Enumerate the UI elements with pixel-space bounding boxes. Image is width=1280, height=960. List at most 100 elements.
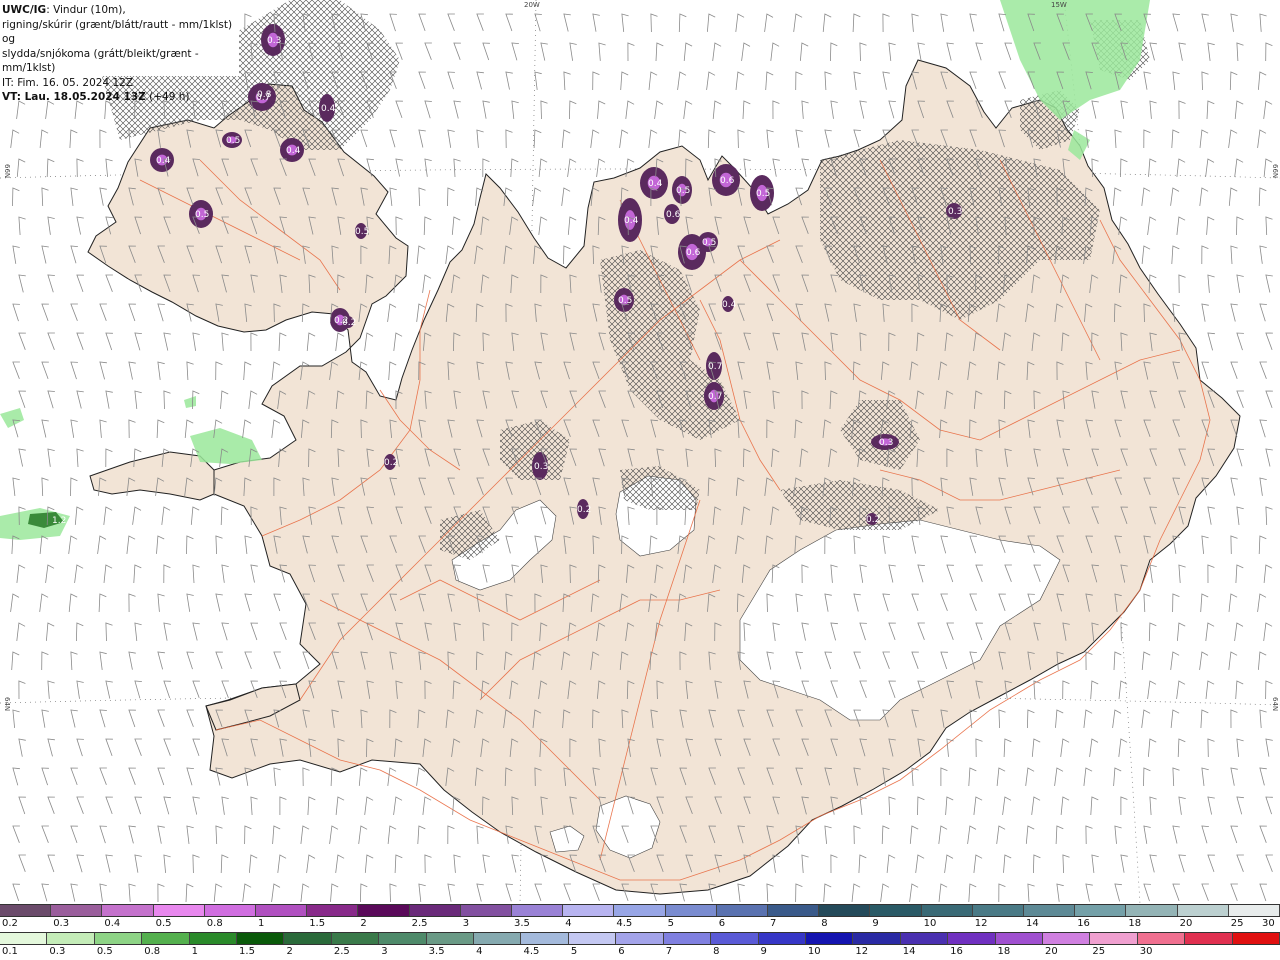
wind-barb — [882, 13, 890, 33]
precip-value-label: 0.5 — [702, 238, 716, 248]
wind-barb — [307, 796, 316, 816]
wind-barb — [128, 361, 136, 380]
wind-barb — [1056, 883, 1064, 902]
legend-swatch — [1137, 933, 1186, 944]
wind-barb — [1263, 100, 1273, 119]
legend-label: 20 — [1044, 946, 1058, 957]
wind-barb — [47, 448, 55, 467]
wind-barb — [1236, 216, 1244, 236]
wind-barb — [1147, 680, 1157, 699]
wind-barb — [70, 883, 78, 902]
wind-barb — [447, 187, 455, 207]
wind-barb — [1141, 245, 1151, 264]
wind-barb — [70, 303, 78, 321]
wind-barb — [998, 883, 1006, 903]
legend-label: 12 — [974, 918, 988, 929]
wind-barb — [1259, 245, 1267, 264]
wind-barb — [538, 158, 548, 177]
wind-barb — [192, 796, 200, 815]
wind-barb — [1172, 593, 1180, 613]
wind-barb — [105, 332, 113, 351]
wind-barb — [76, 448, 84, 468]
legend-label: 18 — [997, 946, 1011, 957]
wind-barb — [186, 361, 194, 381]
wind-barb — [76, 680, 84, 699]
wind-barb — [47, 738, 55, 757]
legend-swatch — [853, 933, 901, 944]
wind-barb — [157, 651, 165, 670]
wind-barb — [99, 361, 107, 380]
wind-barb — [592, 883, 600, 901]
wind-barb — [938, 883, 948, 902]
wind-barb — [975, 42, 983, 61]
wind-barb — [157, 883, 165, 903]
wind-barb — [1265, 796, 1273, 815]
wind-barb — [1025, 825, 1035, 844]
wind-barb — [18, 390, 26, 409]
legend-swatch — [1075, 905, 1127, 916]
wind-barb — [277, 854, 287, 873]
wind-barb — [1207, 738, 1215, 758]
wind-barb — [1113, 767, 1122, 787]
wind-barb — [1143, 71, 1151, 90]
wind-barb — [880, 883, 890, 902]
wind-barb — [909, 883, 919, 902]
weather-map: 0.30.70.40.50.40.40.50.50.20.80.40.50.60… — [0, 0, 1280, 904]
wind-barb — [41, 303, 49, 322]
wind-barb — [335, 332, 345, 351]
wind-barb — [126, 535, 136, 554]
wind-barb — [1257, 593, 1267, 612]
wind-barb — [1230, 709, 1238, 729]
wind-barb — [156, 419, 165, 439]
wind-barb — [1091, 100, 1099, 119]
legend-swatch — [1126, 905, 1178, 916]
legend-swatch — [948, 933, 996, 944]
wind-barb — [11, 651, 20, 671]
wind-barb — [737, 129, 745, 149]
legend-swatch — [1228, 905, 1280, 916]
wind-barb — [1228, 129, 1238, 148]
wind-barb — [940, 13, 948, 32]
wind-barb — [250, 796, 258, 816]
wind-barb — [1149, 100, 1157, 119]
wind-barb — [1205, 680, 1215, 699]
wind-barb — [1201, 71, 1209, 91]
wind-barb — [358, 825, 368, 844]
wind-barb — [16, 158, 26, 177]
legend-swatch — [153, 905, 205, 916]
wind-barb — [300, 825, 310, 844]
wind-barb — [278, 332, 287, 352]
legend-label: 18 — [1128, 918, 1142, 929]
legend-swatch — [460, 905, 513, 916]
wind-barb — [16, 622, 26, 641]
wind-barb — [888, 796, 896, 816]
wind-barb — [678, 13, 687, 33]
legend-label: 4.5 — [616, 918, 633, 929]
wind-barb — [41, 651, 49, 671]
wind-barb — [567, 158, 577, 177]
wind-barb — [248, 390, 258, 409]
wind-barb — [627, 42, 635, 62]
wind-barb — [41, 245, 49, 264]
wind-barb — [911, 13, 919, 32]
legend-label: 0.1 — [2, 946, 18, 957]
wind-barb — [134, 854, 142, 873]
wind-barb — [1230, 825, 1238, 844]
wind-barb — [1201, 825, 1209, 844]
wind-barb — [1200, 593, 1209, 613]
wind-barb — [134, 390, 142, 409]
legend-swatch — [1090, 933, 1138, 944]
wind-barb — [712, 42, 722, 61]
wind-barb — [1230, 883, 1238, 901]
wind-barb — [163, 622, 171, 641]
wind-barb — [534, 71, 542, 90]
precip-value-label: 0.5 — [618, 296, 632, 306]
wind-barb — [917, 796, 925, 816]
wind-barb — [1172, 767, 1180, 787]
precip-value-label: 0.4 — [156, 156, 171, 166]
wind-barb — [1207, 274, 1215, 293]
rain-legend-labels: 0.1 0.3 0.5 0.8 1 1.5 2 2.5 3 3.5 4 4.5 5 6 7 8 9 10 12 14 1… — [0, 946, 1280, 958]
wind-barb — [244, 651, 252, 669]
legend-label: 0.4 — [104, 918, 121, 929]
legend-label: 2.5 — [411, 918, 428, 929]
